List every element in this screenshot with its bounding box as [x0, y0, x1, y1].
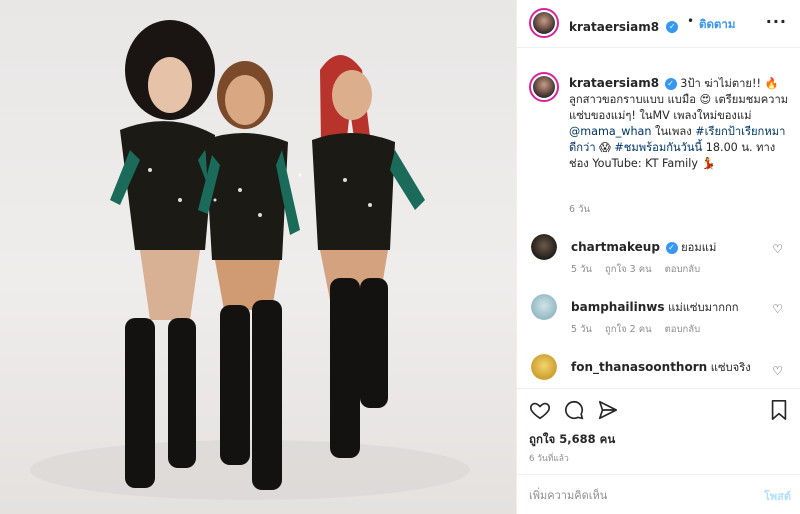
comment-like-heart-icon[interactable]: ♡ [772, 302, 783, 316]
post-actions: ถูกใจ 5,688 คน 6 วันที่แล้ว [517, 388, 800, 474]
author-username-block[interactable]: krataersiam8 ✓ [569, 16, 679, 35]
caption-text-2: ในเพลง [651, 125, 696, 138]
comment-reply-button[interactable]: ตอบกลับ [665, 264, 701, 275]
add-comment-input[interactable] [529, 485, 739, 505]
comment-like-heart-icon[interactable]: ♡ [772, 364, 783, 378]
comment-bubble-icon[interactable] [563, 399, 585, 425]
post-caption: krataersiam8 ✓ 3ป้า ฆ่าไม่ตาย!! 🔥 ลูกสาว… [569, 75, 791, 172]
author-username[interactable]: krataersiam8 [569, 20, 659, 34]
comment-item: fon_thanasoonthorn แซ่บจริง ♡ [517, 354, 800, 388]
post-photo[interactable] [0, 0, 516, 514]
follow-button[interactable]: ติดตาม [699, 16, 735, 34]
comment-username[interactable]: bamphailinws [571, 300, 665, 314]
caption-username[interactable]: krataersiam8 [569, 76, 659, 90]
like-heart-icon[interactable] [529, 399, 551, 425]
comment-avatar[interactable] [531, 234, 557, 260]
comment-username[interactable]: chartmakeup [571, 240, 660, 254]
caption-text-3: 😱 [595, 141, 615, 154]
photo-illustration [30, 20, 470, 500]
comment-text: แม่แซ่บมากกก [668, 301, 739, 314]
add-comment-bar: โพสต์ [517, 474, 800, 514]
caption-mention-link[interactable]: @mama_whan [569, 125, 651, 138]
comment-username[interactable]: fon_thanasoonthorn [571, 360, 707, 374]
comment-likes[interactable]: ถูกใจ 2 คน [605, 324, 652, 335]
more-options-icon[interactable]: ··· [766, 12, 787, 31]
post-comment-button[interactable]: โพสต์ [764, 487, 791, 505]
caption-timestamp[interactable]: 6 วัน [569, 202, 590, 217]
comment-body: fon_thanasoonthorn แซ่บจริง [571, 358, 771, 376]
verified-badge-icon: ✓ [664, 78, 677, 90]
comment-body: chartmakeup ✓ ยอมแม่ [571, 238, 771, 256]
post-header: krataersiam8 ✓ • ติดตาม ··· [517, 0, 800, 48]
save-bookmark-icon[interactable] [769, 399, 789, 425]
caption-hashtag-link-2[interactable]: #ชมพร้อมกันวันนี้ [614, 141, 702, 154]
comment-avatar[interactable] [531, 294, 557, 320]
post-age[interactable]: 6 วันที่แล้ว [529, 451, 569, 465]
comment-like-heart-icon[interactable]: ♡ [772, 242, 783, 256]
comment-time[interactable]: 5 วัน [571, 324, 592, 335]
performer-left [110, 20, 225, 488]
post-sidebar: krataersiam8 ✓ • ติดตาม ··· krataersiam8… [516, 0, 800, 514]
author-avatar[interactable] [529, 8, 559, 38]
comment-item: bamphailinws แม่แซ่บมากกก 5 วัน ถูกใจ 2 … [517, 294, 800, 354]
comment-reply-button[interactable]: ตอบกลับ [665, 324, 701, 335]
caption-author-avatar[interactable] [529, 72, 559, 102]
comment-time[interactable]: 5 วัน [571, 264, 592, 275]
comment-meta: 5 วัน ถูกใจ 3 คน ตอบกลับ [571, 262, 710, 277]
comment-text: แซ่บจริง [710, 361, 751, 374]
performer-right [312, 55, 425, 458]
share-paper-plane-icon[interactable] [597, 399, 619, 425]
comment-meta: 5 วัน ถูกใจ 2 คน ตอบกลับ [571, 322, 710, 337]
comment-item: chartmakeup ✓ ยอมแม่ 5 วัน ถูกใจ 3 คน ตอ… [517, 234, 800, 294]
separator-dot: • [687, 14, 695, 28]
comment-avatar[interactable] [531, 354, 557, 380]
performer-middle [198, 61, 300, 490]
comment-text: ยอมแม่ [681, 241, 717, 254]
verified-badge-icon: ✓ [665, 242, 678, 254]
likes-count[interactable]: ถูกใจ 5,688 คน [529, 431, 615, 449]
comment-likes[interactable]: ถูกใจ 3 คน [605, 264, 652, 275]
verified-badge-icon: ✓ [666, 20, 679, 33]
comment-body: bamphailinws แม่แซ่บมากกก [571, 298, 771, 316]
